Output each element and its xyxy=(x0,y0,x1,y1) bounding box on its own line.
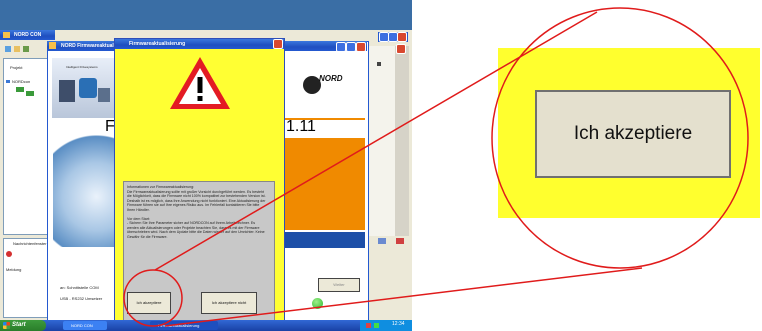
callout-overlay xyxy=(123,7,749,327)
accept-highlight-circle xyxy=(123,269,183,327)
connector-line-bottom xyxy=(164,267,643,327)
zoom-circle xyxy=(491,7,749,269)
